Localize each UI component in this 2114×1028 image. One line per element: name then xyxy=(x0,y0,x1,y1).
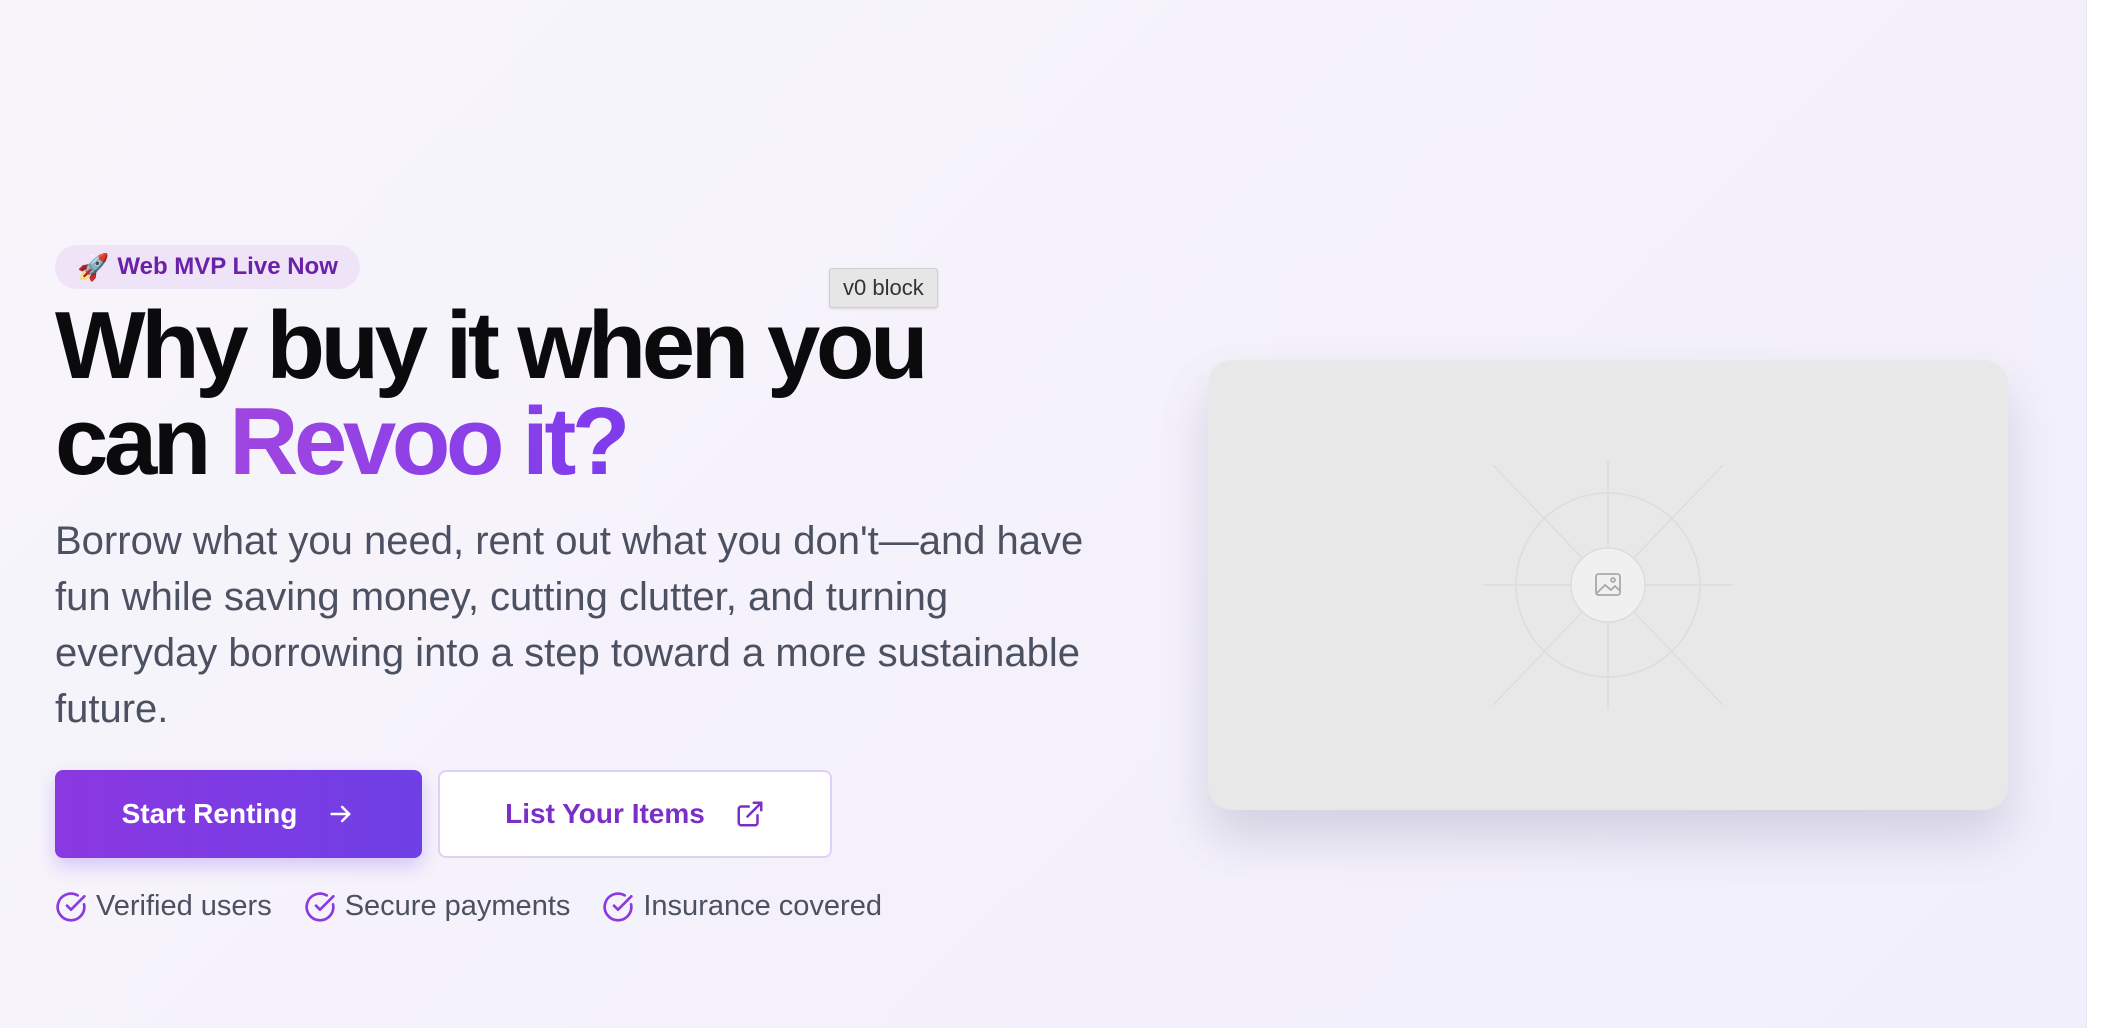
trust-item-insurance-covered: Insurance covered xyxy=(602,890,882,923)
trust-item-secure-payments: Secure payments xyxy=(304,890,571,923)
rocket-icon: 🚀 xyxy=(77,252,110,282)
list-your-items-label: List Your Items xyxy=(505,798,705,829)
check-circle-icon xyxy=(55,891,87,923)
placeholder-graphic xyxy=(1483,460,1733,710)
headline-brand-accent: Revoo it? xyxy=(229,388,630,495)
hero-image-placeholder xyxy=(1208,360,2008,810)
arrow-right-icon xyxy=(327,800,355,828)
hero-section: 🚀 Web MVP Live Now v0 block Why buy it w… xyxy=(0,0,2086,1028)
hero-subtitle: Borrow what you need, rent out what you … xyxy=(55,519,1084,731)
headline-line-2-prefix: can xyxy=(55,388,230,495)
check-circle-icon xyxy=(304,891,336,923)
headline-line-1: Why buy it when you xyxy=(55,292,929,399)
trust-item-label: Secure payments xyxy=(344,890,571,922)
list-your-items-button[interactable]: List Your Items xyxy=(438,770,832,858)
trust-item-verified-users: Verified users xyxy=(55,890,272,923)
trust-indicators: Verified users Secure payments Insurance… xyxy=(55,890,882,923)
check-circle-icon xyxy=(602,891,634,923)
trust-item-label: Insurance covered xyxy=(643,890,882,922)
trust-item-label: Verified users xyxy=(96,890,272,922)
start-renting-button[interactable]: Start Renting xyxy=(55,770,422,858)
page-right-edge xyxy=(2086,0,2114,1028)
start-renting-label: Start Renting xyxy=(121,798,298,829)
badge-label: Web MVP Live Now xyxy=(117,253,338,280)
hero-headline: Why buy it when you can Revoo it? xyxy=(55,298,929,490)
status-badge: 🚀 Web MVP Live Now xyxy=(55,245,360,289)
external-link-icon xyxy=(735,799,765,829)
